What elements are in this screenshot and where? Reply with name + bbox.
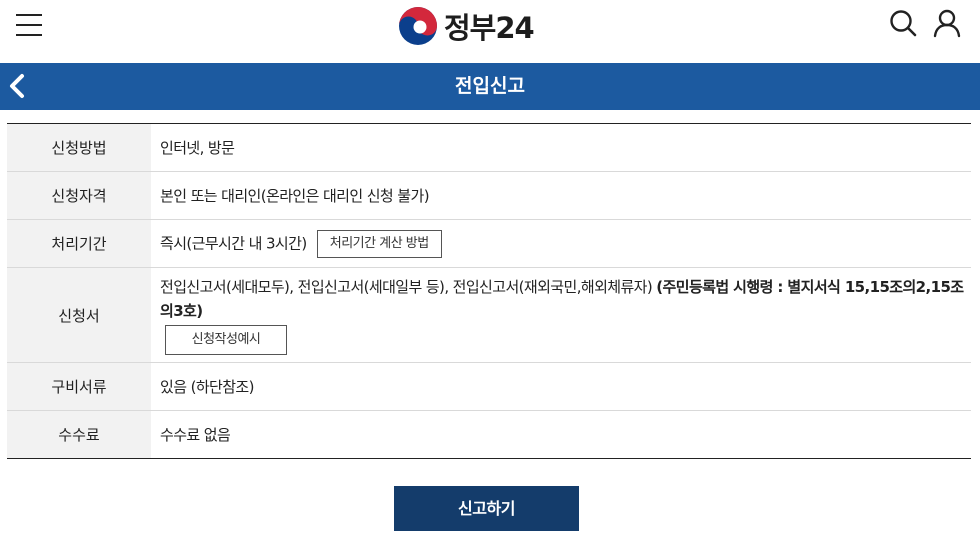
search-icon[interactable] (888, 8, 918, 38)
submit-report-button[interactable]: 신고하기 (394, 486, 579, 531)
table-row: 신청자격 본인 또는 대리인(온라인은 대리인 신청 불가) (7, 171, 971, 220)
user-icon[interactable] (932, 8, 962, 38)
form-example-button[interactable]: 신청작성예시 (165, 325, 287, 355)
row-label: 구비서류 (7, 362, 151, 411)
row-value-cell: 전입신고서(세대모두), 전입신고서(세대일부 등), 전입신고서(재외국민,해… (151, 268, 971, 363)
row-value: 수수료 없음 (160, 425, 231, 444)
info-table: 신청방법 인터넷, 방문 신청자격 본인 또는 대리인(온라인은 대리인 신청 … (7, 123, 971, 459)
taegeuk-logo-icon (399, 7, 437, 45)
page-title: 전입신고 (455, 75, 525, 97)
processing-period-calc-button[interactable]: 처리기간 계산 방법 (316, 229, 442, 258)
logo[interactable]: 정부24 (398, 6, 535, 46)
hamburger-menu-icon[interactable] (16, 13, 42, 37)
title-bar: 전입신고 (0, 63, 980, 110)
row-value: 인터넷, 방문 (160, 138, 235, 157)
row-label: 신청자격 (7, 171, 151, 220)
application-forms-text: 전입신고서(세대모두), 전입신고서(세대일부 등), 전입신고서(재외국민,해… (160, 275, 971, 323)
table-row: 신청서 전입신고서(세대모두), 전입신고서(세대일부 등), 전입신고서(재외… (7, 267, 971, 363)
row-value-cell: 즉시(근무시간 내 3시간) 처리기간 계산 방법 (151, 220, 971, 268)
top-bar: 정부24 (0, 0, 980, 63)
row-value: 있음 (하단참조) (160, 377, 254, 396)
row-value: 전입신고서(세대모두), 전입신고서(세대일부 등), 전입신고서(재외국민,해… (160, 278, 657, 296)
row-value: 본인 또는 대리인(온라인은 대리인 신청 불가) (160, 186, 430, 205)
table-row: 구비서류 있음 (하단참조) (7, 362, 971, 411)
table-row: 신청방법 인터넷, 방문 (7, 123, 971, 172)
row-label: 수수료 (7, 410, 151, 459)
table-row: 처리기간 즉시(근무시간 내 3시간) 처리기간 계산 방법 (7, 219, 971, 268)
row-label: 신청방법 (7, 123, 151, 172)
row-label: 신청서 (7, 267, 151, 363)
row-label: 처리기간 (7, 219, 151, 268)
table-row: 수수료 수수료 없음 (7, 410, 971, 459)
logo-text: 정부24 (444, 11, 535, 45)
row-value: 즉시(근무시간 내 3시간) (160, 234, 307, 252)
